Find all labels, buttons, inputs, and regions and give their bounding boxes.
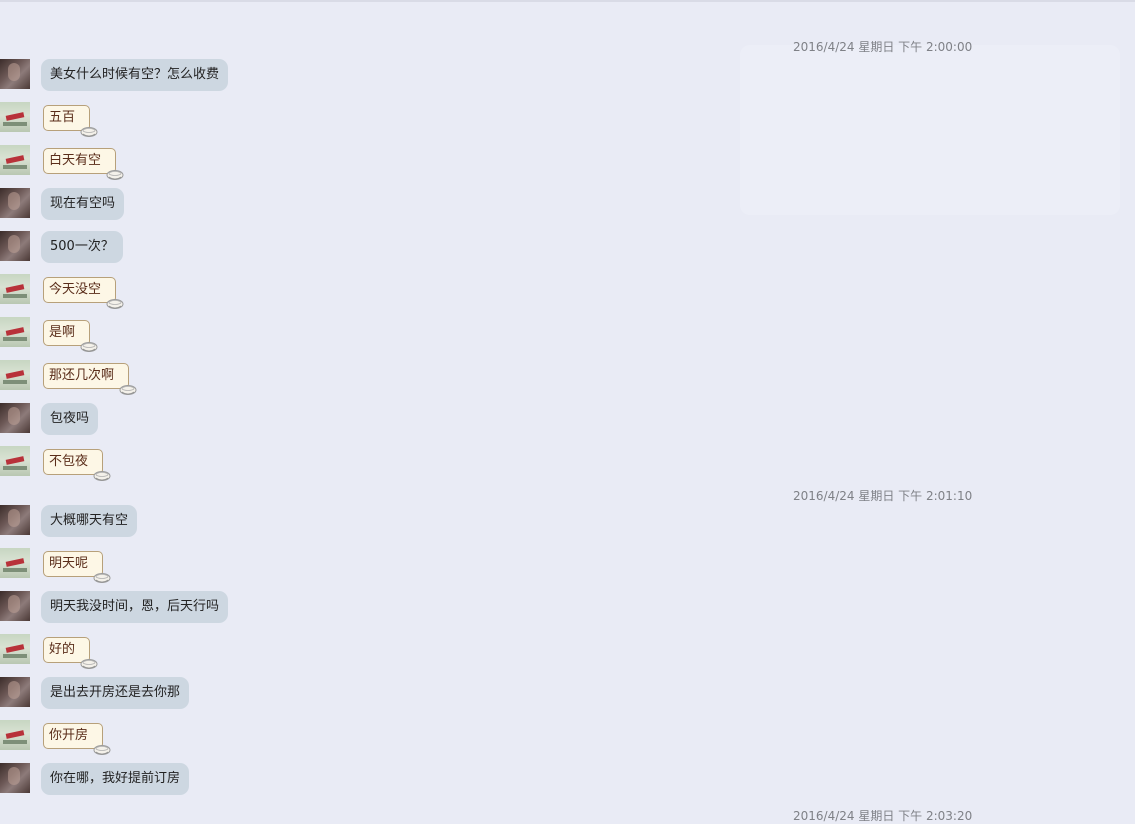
avatar[interactable] <box>0 446 30 476</box>
message-text: 五百 <box>49 110 76 125</box>
outgoing-message-bubble: 五百 <box>43 105 98 137</box>
outgoing-message-bubble: 好的 <box>43 637 98 669</box>
avatar[interactable] <box>0 763 30 793</box>
incoming-message-bubble: 大概哪天有空 <box>41 505 138 537</box>
avatar[interactable] <box>0 274 30 304</box>
avatar[interactable] <box>0 548 30 578</box>
incoming-message-bubble: 美女什么时候有空？怎么收费 <box>41 59 229 91</box>
avatar[interactable] <box>0 360 30 390</box>
teacup-icon <box>80 655 98 669</box>
message-text: 不包夜 <box>49 454 89 469</box>
avatar[interactable] <box>0 59 30 89</box>
avatar[interactable] <box>0 677 30 707</box>
message-text: 现在有空吗 <box>50 196 116 211</box>
teacup-icon <box>93 569 111 583</box>
message-text: 是出去开房还是去你那 <box>50 685 181 700</box>
message-text: 明天呢 <box>49 556 89 571</box>
timestamp: 2016/4/24 星期日 下午 2:00:00 <box>793 40 973 54</box>
avatar[interactable] <box>0 505 30 535</box>
message-text: 你在哪，我好提前订房 <box>50 771 181 786</box>
teacup-icon <box>93 741 111 755</box>
incoming-message-bubble: 包夜吗 <box>41 403 99 435</box>
teacup-icon <box>119 381 137 395</box>
message-text: 明天我没时间，恩，后天行吗 <box>50 599 220 614</box>
teacup-icon <box>80 123 98 137</box>
incoming-message-bubble: 你在哪，我好提前订房 <box>41 763 190 795</box>
message-text: 你开房 <box>49 728 89 743</box>
message-text: 大概哪天有空 <box>50 513 129 528</box>
timestamp: 2016/4/24 星期日 下午 2:01:10 <box>793 489 973 503</box>
chat-history: 2016/4/24 星期日 下午 2:00:00 2016/4/24 星期日 下… <box>0 0 1135 823</box>
timestamp: 2016/4/24 星期日 下午 2:03:20 <box>793 809 973 823</box>
message-text: 是啊 <box>49 325 76 340</box>
avatar[interactable] <box>0 403 30 433</box>
message-text: 美女什么时候有空？怎么收费 <box>50 67 220 82</box>
incoming-message-bubble: 现在有空吗 <box>41 188 125 220</box>
teacup-icon <box>80 338 98 352</box>
teacup-icon <box>106 295 124 309</box>
incoming-message-bubble: 是出去开房还是去你那 <box>41 677 190 709</box>
incoming-message-bubble: 明天我没时间，恩，后天行吗 <box>41 591 229 623</box>
avatar[interactable] <box>0 317 30 347</box>
message-text: 今天没空 <box>49 282 102 297</box>
teacup-icon <box>93 467 111 481</box>
outgoing-message-bubble: 你开房 <box>43 723 111 755</box>
message-text: 那还几次啊 <box>49 368 115 383</box>
message-text: 500一次？ <box>50 239 114 254</box>
avatar[interactable] <box>0 591 30 621</box>
message-text: 包夜吗 <box>50 411 90 426</box>
message-text: 白天有空 <box>49 153 102 168</box>
outgoing-message-bubble: 今天没空 <box>43 277 124 309</box>
avatar[interactable] <box>0 720 30 750</box>
avatar[interactable] <box>0 188 30 218</box>
incoming-message-bubble: 500一次？ <box>41 231 123 263</box>
message-text: 好的 <box>49 642 76 657</box>
avatar[interactable] <box>0 145 30 175</box>
outgoing-message-bubble: 不包夜 <box>43 449 111 481</box>
outgoing-message-bubble: 明天呢 <box>43 551 111 583</box>
avatar[interactable] <box>0 231 30 261</box>
avatar[interactable] <box>0 634 30 664</box>
outgoing-message-bubble: 白天有空 <box>43 148 124 180</box>
outgoing-message-bubble: 是啊 <box>43 320 98 352</box>
outgoing-message-bubble: 那还几次啊 <box>43 363 137 395</box>
teacup-icon <box>106 166 124 180</box>
avatar[interactable] <box>0 102 30 132</box>
